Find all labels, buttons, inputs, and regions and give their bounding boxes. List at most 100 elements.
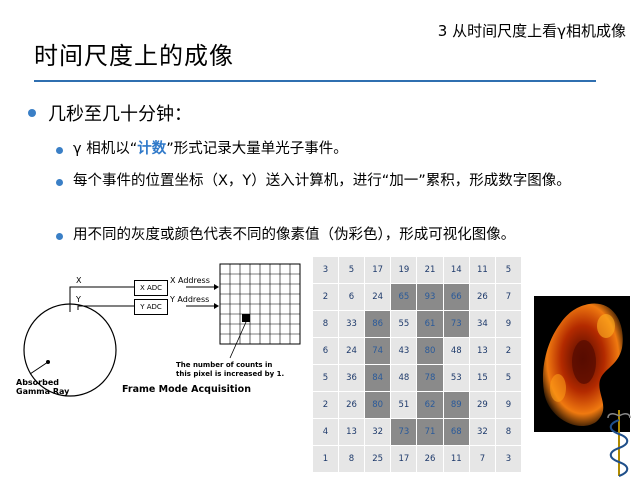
- matrix-cell: 5: [337, 256, 366, 284]
- matrix-cell: 33: [337, 310, 366, 338]
- matrix-cell: 86: [364, 310, 392, 338]
- x-label: X: [76, 276, 82, 285]
- matrix-cell: 89: [442, 391, 470, 419]
- matrix-cell: 3: [312, 256, 339, 284]
- bullet-text-highlight: 计数: [137, 141, 167, 157]
- matrix-cell: 29: [468, 391, 497, 419]
- matrix-cell: 2: [312, 283, 339, 311]
- y-label: Y: [76, 295, 81, 304]
- matrix-cell: 93: [416, 283, 444, 311]
- chapter-title: 3 从时间尺度上看γ相机成像: [437, 22, 626, 40]
- matrix-cell: 43: [390, 337, 418, 365]
- matrix-row: 1 8 25 17 26 11 7 3: [312, 445, 522, 473]
- highlighted-pixel: [242, 314, 250, 322]
- absorbed-gamma-ray-label: Absorbed Gamma Ray: [16, 378, 70, 396]
- matrix-cell: 61: [416, 310, 444, 338]
- matrix-cell: 2: [495, 337, 522, 365]
- matrix-row: 8 33 86 55 61 73 34 9: [312, 310, 522, 338]
- matrix-cell: 14: [442, 256, 470, 284]
- bullet-dot-icon: [56, 147, 63, 154]
- matrix-cell: 36: [337, 364, 366, 392]
- matrix-cell: 8: [337, 445, 366, 473]
- x-address-label: X Address: [170, 276, 210, 285]
- matrix-row: 5 36 84 48 78 53 15 5: [312, 364, 522, 392]
- bullet-text-post: ”形式记录大量单光子事件。: [166, 141, 348, 157]
- matrix-cell: 48: [390, 364, 418, 392]
- matrix-cell: 48: [442, 337, 470, 365]
- bullet-level2-3-text: 用不同的灰度或颜色代表不同的像素值（伪彩色），形成可视化图像。: [73, 227, 516, 243]
- gamma-ray-dot: [46, 360, 50, 364]
- pixel-note: The number of counts in this pixel is in…: [176, 361, 285, 378]
- matrix-cell: 13: [468, 337, 497, 365]
- matrix-cell: 1: [312, 445, 339, 473]
- x-address-arrow-icon: [214, 284, 219, 290]
- title-divider: [34, 80, 596, 82]
- bullet-dot-icon: [28, 109, 36, 117]
- matrix-cell: 53: [442, 364, 470, 392]
- matrix-row: 6 24 74 43 80 48 13 2: [312, 337, 522, 365]
- caduceus-logo-icon: [607, 410, 631, 477]
- matrix-cell: 4: [312, 418, 339, 446]
- matrix-cell: 6: [312, 337, 339, 365]
- count-matrix-table: 3 5 17 19 21 14 11 5 2 6 24 65 93 66 26 7 8 33 86 55 61 73 34 9…: [312, 256, 522, 473]
- bullet-level2-2: 每个事件的位置坐标（X，Y）送入计算机，进行“加一”累积，形成数字图像。: [56, 172, 633, 191]
- matrix-cell: 11: [442, 445, 470, 473]
- pixel-matrix: [219, 263, 301, 345]
- matrix-cell: 80: [416, 337, 444, 365]
- matrix-cell: 9: [495, 391, 522, 419]
- matrix-cell: 26: [416, 445, 444, 473]
- matrix-cell: 73: [442, 310, 470, 338]
- pixel-pointer-line: [229, 321, 247, 359]
- bullet-level2-1: γ 相机以“计数”形式记录大量单光子事件。: [56, 140, 633, 159]
- y-address-arrow-icon: [214, 303, 219, 309]
- matrix-cell: 19: [390, 256, 418, 284]
- bullet-level2-3: 用不同的灰度或颜色代表不同的像素值（伪彩色），形成可视化图像。: [56, 226, 633, 245]
- matrix-cell: 6: [337, 283, 366, 311]
- gamma-ray-line: [29, 361, 49, 375]
- matrix-cell: 13: [337, 418, 366, 446]
- matrix-cell: 3: [495, 445, 522, 473]
- matrix-cell: 55: [390, 310, 418, 338]
- matrix-cell: 2: [312, 391, 339, 419]
- slide: 3 从时间尺度上看γ相机成像 时间尺度上的成像 几秒至几十分钟： γ 相机以“计…: [0, 0, 640, 480]
- bullet-dot-icon: [56, 233, 63, 240]
- matrix-cell: 73: [390, 418, 418, 446]
- matrix-cell: 24: [364, 283, 392, 311]
- matrix-cell: 71: [416, 418, 444, 446]
- matrix-cell: 78: [416, 364, 444, 392]
- bullet-text-pre: γ 相机以“: [73, 141, 138, 157]
- matrix-row: 3 5 17 19 21 14 11 5: [312, 256, 522, 284]
- matrix-cell: 51: [390, 391, 418, 419]
- bullet-dot-icon: [56, 179, 63, 186]
- bullet-level1-text: 几秒至几十分钟：: [48, 104, 192, 125]
- matrix-cell: 24: [337, 337, 366, 365]
- matrix-cell: 5: [495, 256, 522, 284]
- matrix-cell: 9: [495, 310, 522, 338]
- matrix-cell: 68: [442, 418, 470, 446]
- x-adc-box: X ADC: [134, 280, 168, 296]
- matrix-cell: 74: [364, 337, 392, 365]
- matrix-cell: 5: [495, 364, 522, 392]
- matrix-cell: 17: [364, 256, 392, 284]
- matrix-cell: 15: [468, 364, 497, 392]
- matrix-cell: 34: [468, 310, 497, 338]
- matrix-row: 2 26 80 51 62 89 29 9: [312, 391, 522, 419]
- matrix-cell: 7: [468, 445, 497, 473]
- matrix-cell: 25: [364, 445, 392, 473]
- bullet-level1: 几秒至几十分钟：: [28, 100, 192, 126]
- matrix-cell: 84: [364, 364, 392, 392]
- y-adc-box: Y ADC: [134, 299, 168, 315]
- matrix-cell: 62: [416, 391, 444, 419]
- matrix-cell: 32: [364, 418, 392, 446]
- matrix-cell: 26: [468, 283, 497, 311]
- matrix-cell: 8: [495, 418, 522, 446]
- matrix-cell: 7: [495, 283, 522, 311]
- matrix-cell: 5: [312, 364, 339, 392]
- matrix-cell: 32: [468, 418, 497, 446]
- y-address-label: Y Address: [170, 295, 210, 304]
- count-matrix-body: 3 5 17 19 21 14 11 5 2 6 24 65 93 66 26 7 8 33 86 55 61 73 34 9…: [312, 256, 522, 473]
- matrix-cell: 65: [390, 283, 418, 311]
- matrix-cell: 80: [364, 391, 392, 419]
- bullet-level2-1-text: γ 相机以“计数”形式记录大量单光子事件。: [73, 140, 633, 159]
- matrix-row: 2 6 24 65 93 66 26 7: [312, 283, 522, 311]
